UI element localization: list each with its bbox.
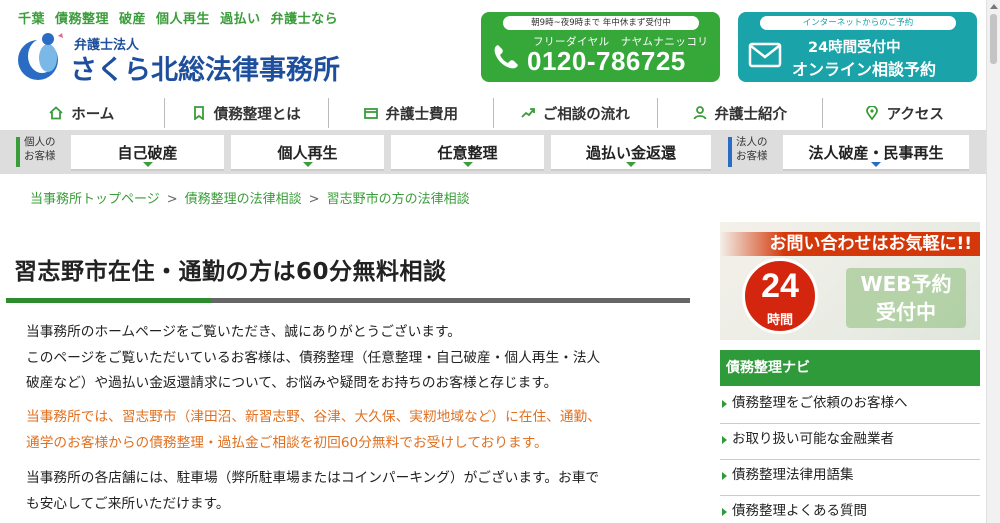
header-tagline: 千葉 債務整理 破産 個人再生 過払い 弁護士なら — [18, 8, 348, 27]
service-navigation: 個人の お客様 自己破産 個人再生 任意整理 過払い金返還 法人の お客様 法人… — [0, 130, 986, 174]
mail-icon — [748, 42, 782, 68]
logo-mark-icon — [18, 33, 63, 80]
phone-hours: 朝9時~夜9時まで 年中休まず受付中 — [503, 16, 699, 30]
service-label: 法人破産・民事再生 — [808, 143, 944, 162]
person-icon — [693, 106, 706, 120]
breadcrumb: 当事務所トップページ > 債務整理の法律相談 > 習志野市の方の法律相談 — [30, 188, 470, 207]
main-navigation: ホーム 債務整理とは 弁護士費用 ご相談の流れ 弁護士紹介 アクセス — [0, 98, 986, 128]
nav-label: ホーム — [71, 106, 115, 123]
breadcrumb-current[interactable]: 習志野市の方の法律相談 — [327, 192, 470, 207]
bookmark-icon — [193, 106, 204, 120]
title-underline — [6, 298, 690, 303]
nav-label: ご相談の流れ — [542, 106, 630, 123]
online-booking-top: インターネットからのご予約 — [760, 16, 956, 30]
chevron-down-icon — [142, 162, 153, 167]
tagline-item: 千葉 — [18, 12, 46, 27]
home-icon — [49, 106, 63, 120]
sidebar-item[interactable]: お取り扱い可能な金融業者 — [720, 424, 980, 460]
page-scrollbar[interactable] — [986, 0, 1000, 523]
corporate-customers-label: 法人の お客様 — [728, 135, 782, 169]
nav-home[interactable]: ホーム — [0, 98, 165, 128]
service-bankruptcy[interactable]: 自己破産 — [71, 135, 224, 171]
service-label: 過払い金返還 — [585, 143, 676, 162]
sidebar-item[interactable]: 債務整理法律用語集 — [720, 460, 980, 496]
breadcrumb-separator: > — [166, 192, 178, 207]
trend-icon — [521, 108, 535, 118]
service-corporate-bankruptcy[interactable]: 法人破産・民事再生 — [783, 135, 969, 171]
online-booking-line2: オンライン相談予約 — [792, 60, 937, 79]
sidebar-nav-list: 債務整理をご依頼のお客様へ お取り扱い可能な金融業者 債務整理法律用語集 債務整… — [720, 388, 980, 523]
sidebar-item[interactable]: 債務整理よくある質問 — [720, 496, 980, 523]
banner-24h-badge: 24 時間 — [742, 258, 818, 334]
tagline-item: 個人再生 — [156, 12, 211, 27]
online-booking-button[interactable]: インターネットからのご予約 24時間受付中 オンライン相談予約 — [738, 12, 977, 82]
nav-access[interactable]: アクセス — [823, 98, 987, 128]
chevron-down-icon — [626, 162, 636, 167]
phone-icon — [494, 45, 518, 69]
nav-lawyers[interactable]: 弁護士紹介 — [658, 98, 823, 128]
label-bar — [16, 137, 20, 167]
text-line: も安心してご来所いただけます。 — [26, 495, 230, 512]
label-bar — [728, 137, 732, 167]
service-label: 任意整理 — [437, 143, 498, 162]
text-line: 当事務所では、習志野市（津田沼、新習志野、谷津、大久保、実籾地域など）に在住、通… — [26, 409, 601, 425]
phone-contact-button[interactable]: 朝9時~夜9時まで 年中休まず受付中 フリーダイヤル ナヤムナニッコリ 0120… — [481, 12, 720, 82]
chevron-down-icon — [871, 162, 881, 167]
sidebar-item[interactable]: 債務整理をご依頼のお客様へ — [720, 388, 980, 424]
chevron-down-icon — [462, 162, 473, 167]
contact-banner[interactable]: お問い合わせはお気軽に!! 24 時間 WEB予約 受付中 — [720, 222, 980, 340]
breadcrumb-link[interactable]: 債務整理の法律相談 — [185, 192, 302, 207]
page-title: 習志野市在住・通勤の方は60分無料相談 — [14, 259, 447, 285]
nav-label: アクセス — [886, 106, 944, 123]
tagline-item: 破産 — [119, 12, 147, 27]
nav-label: 弁護士費用 — [385, 106, 459, 123]
banner-web-line: 受付中 — [876, 300, 936, 324]
personal-customers-label: 個人の お客様 — [16, 135, 70, 169]
label-line: お客様 — [24, 150, 56, 162]
label-line: 法人の — [736, 136, 768, 148]
banner-24: 24 — [761, 267, 799, 305]
text-line: 破産など）や過払い金返還請求について、お悩みや疑問をお持ちのお客様と存じます。 — [26, 375, 558, 391]
tagline-item: 債務整理 — [55, 12, 110, 27]
tagline-item: 弁護士なら — [270, 12, 339, 27]
text-line: 当事務所の各店舗には、駐車場（弊所駐車場またはコインパーキング）がございます。お… — [26, 470, 600, 486]
label-line: 個人の — [24, 136, 56, 148]
nav-debt-consolidation[interactable]: 債務整理とは — [165, 98, 329, 128]
tagline-item: 過払い — [220, 12, 261, 27]
nav-label: 債務整理とは — [213, 106, 301, 123]
online-booking-line1: 24時間受付中 — [808, 40, 901, 56]
nav-fees[interactable]: 弁護士費用 — [329, 98, 494, 128]
service-voluntary[interactable]: 任意整理 — [391, 135, 544, 171]
text-line: このページをご覧いただいているお客様は、債務整理（任意整理・自己破産・個人再生・… — [26, 349, 601, 366]
service-overpayment[interactable]: 過払い金返還 — [551, 135, 711, 171]
service-rehabilitation[interactable]: 個人再生 — [231, 135, 384, 171]
scroll-thumb[interactable] — [990, 14, 997, 64]
banner-heading: お問い合わせはお気軽に!! — [720, 232, 980, 256]
text-line: 当事務所のホームページをご覧いただき、誠にありがとうございます。 — [26, 324, 461, 340]
pin-icon — [865, 106, 878, 120]
sidebar-nav-title: 債務整理ナビ — [720, 350, 980, 386]
breadcrumb-separator: > — [308, 192, 320, 207]
breadcrumb-link[interactable]: 当事務所トップページ — [30, 192, 160, 207]
banner-jikan: 時間 — [766, 313, 793, 328]
banner-web-line: WEB予約 — [860, 272, 952, 296]
phone-number: 0120-786725 — [527, 46, 686, 76]
scroll-up-icon[interactable] — [990, 4, 998, 9]
text-line: 通学のお客様からの債務整理・過払金ご相談を初回60分無料でお受けしております。 — [26, 434, 548, 451]
banner-web-booking: WEB予約 受付中 — [846, 268, 966, 328]
card-icon — [363, 108, 378, 119]
intro-paragraph: 当事務所のホームページをご覧いただき、誠にありがとうございます。 このページをご… — [26, 320, 674, 397]
title-underline-accent — [6, 298, 211, 303]
parking-paragraph: 当事務所の各店舗には、駐車場（弊所駐車場またはコインパーキング）がございます。お… — [26, 466, 674, 517]
nav-consult-flow[interactable]: ご相談の流れ — [494, 98, 658, 128]
highlight-paragraph: 当事務所では、習志野市（津田沼、新習志野、谷津、大久保、実籾地域など）に在住、通… — [26, 405, 674, 456]
service-label: 自己破産 — [117, 143, 178, 162]
nav-label: 弁護士紹介 — [714, 106, 788, 123]
logo-title: さくら北総法律事務所 — [70, 55, 340, 86]
site-logo[interactable]: 弁護士法人 さくら北総法律事務所 — [14, 30, 359, 86]
service-label: 個人再生 — [277, 143, 338, 162]
chevron-down-icon — [302, 162, 313, 167]
label-line: お客様 — [736, 150, 768, 162]
